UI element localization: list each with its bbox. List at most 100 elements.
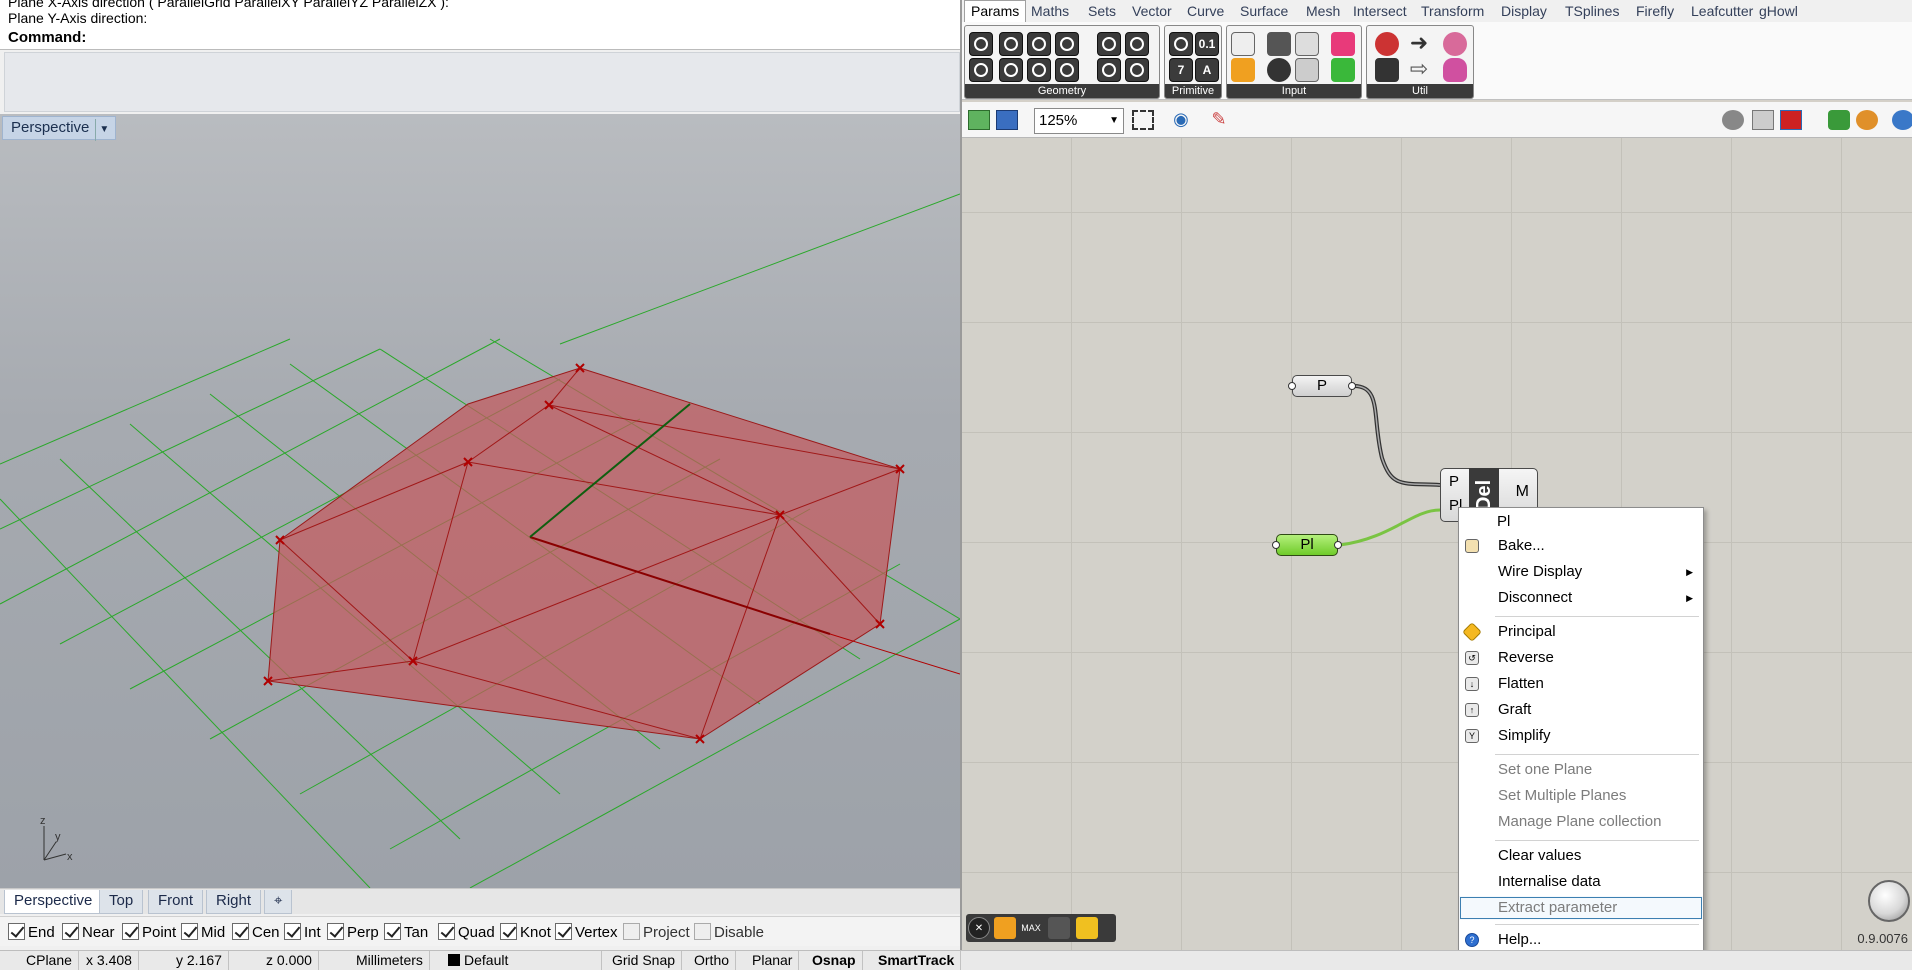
- tab-intersect[interactable]: Intersect: [1353, 2, 1407, 22]
- status-smarttrack[interactable]: SmartTrack: [872, 951, 962, 970]
- group-param-icon[interactable]: [1125, 58, 1149, 82]
- tab-maths[interactable]: Maths: [1031, 2, 1069, 22]
- osnap-near[interactable]: Near: [62, 923, 115, 943]
- zoom-extents-icon[interactable]: [1132, 110, 1154, 130]
- checkbox-icon[interactable]: [694, 923, 711, 940]
- tab-front[interactable]: Front: [148, 890, 204, 914]
- status-ortho[interactable]: Ortho: [688, 951, 737, 970]
- value-list-icon[interactable]: [1295, 58, 1319, 82]
- geometry-param-icon[interactable]: [1097, 58, 1121, 82]
- osnap-mid[interactable]: Mid: [181, 923, 225, 943]
- close-icon[interactable]: ✕: [968, 917, 990, 939]
- add-viewport-tab-icon[interactable]: ⌖: [264, 890, 293, 914]
- number-param-icon[interactable]: 0.1: [1195, 32, 1219, 56]
- max-icon[interactable]: MAX: [1020, 917, 1042, 939]
- tab-leafcutter[interactable]: Leafcutter: [1691, 2, 1753, 22]
- tab-sets[interactable]: Sets: [1088, 2, 1116, 22]
- status-planar[interactable]: Planar: [746, 951, 800, 970]
- integer-param-icon[interactable]: 7: [1169, 58, 1193, 82]
- brush-icon[interactable]: [1076, 917, 1098, 939]
- checkbox-icon[interactable]: [8, 923, 25, 940]
- cherry-icon[interactable]: [1375, 32, 1399, 56]
- link-icon[interactable]: [1048, 917, 1070, 939]
- line-param-icon[interactable]: [969, 58, 993, 82]
- sketch-icon[interactable]: ✎: [1208, 110, 1230, 130]
- tree-icon[interactable]: [1375, 58, 1399, 82]
- tab-transform[interactable]: Transform: [1421, 2, 1484, 22]
- tab-params[interactable]: Params: [964, 0, 1027, 22]
- curve-param-icon[interactable]: [1027, 32, 1051, 56]
- flask-icon[interactable]: [1443, 58, 1467, 82]
- osnap-point[interactable]: Point: [122, 923, 176, 943]
- checkbox-icon[interactable]: [232, 923, 249, 940]
- mesh-param-icon[interactable]: [1125, 32, 1149, 56]
- menu-item-extract-parameter[interactable]: Extract parameter: [1459, 896, 1703, 920]
- menu-title-field[interactable]: Pl: [1493, 512, 1593, 532]
- osnap-end[interactable]: End: [8, 923, 55, 943]
- input-grip[interactable]: [1288, 382, 1296, 390]
- tab-right[interactable]: Right: [206, 890, 262, 914]
- tab-mesh[interactable]: Mesh: [1306, 2, 1340, 22]
- wireframe-preview-icon[interactable]: [1752, 110, 1774, 130]
- tab-firefly[interactable]: Firefly: [1636, 2, 1674, 22]
- matrix-icon[interactable]: [1331, 58, 1355, 82]
- perspective-viewport[interactable]: z y x Perspective ▼: [0, 114, 960, 888]
- osnap-quad[interactable]: Quad: [438, 923, 495, 943]
- arrow-right-icon[interactable]: ➜: [1407, 32, 1431, 56]
- navigation-ball-icon[interactable]: [1868, 880, 1910, 922]
- galapagos-icon[interactable]: [1443, 32, 1467, 56]
- tab-top[interactable]: Top: [99, 890, 144, 914]
- tab-curve[interactable]: Curve: [1187, 2, 1224, 22]
- osnap-project[interactable]: Project: [623, 923, 690, 943]
- point-param-node[interactable]: P: [1288, 375, 1356, 397]
- solver-icon[interactable]: [1856, 110, 1878, 130]
- graph-mapper-icon[interactable]: [1231, 58, 1255, 82]
- menu-item-simplify[interactable]: Y Simplify: [1459, 724, 1703, 748]
- circle-param-icon[interactable]: [999, 32, 1023, 56]
- input-p[interactable]: P: [1449, 473, 1459, 490]
- tab-tsplines[interactable]: TSplines: [1565, 2, 1619, 22]
- status-osnap[interactable]: Osnap: [806, 951, 863, 970]
- menu-item-clear-values[interactable]: Clear values: [1459, 844, 1703, 868]
- checkbox-icon[interactable]: [438, 923, 455, 940]
- menu-item-wire-display[interactable]: Wire Display ▶: [1459, 560, 1703, 584]
- sphere-icon[interactable]: [1892, 110, 1912, 130]
- menu-item-help[interactable]: ? Help...: [1459, 928, 1703, 952]
- checkbox-icon[interactable]: [284, 923, 301, 940]
- output-grip[interactable]: [1348, 382, 1356, 390]
- button-icon[interactable]: [1267, 32, 1291, 56]
- save-icon[interactable]: [996, 110, 1018, 130]
- checkbox-icon[interactable]: [327, 923, 344, 940]
- menu-item-flatten[interactable]: ↓ Flatten: [1459, 672, 1703, 696]
- open-folder-icon[interactable]: [968, 110, 990, 130]
- text-param-icon[interactable]: A: [1195, 58, 1219, 82]
- point-param-icon[interactable]: [969, 32, 993, 56]
- chevron-down-icon[interactable]: ▼: [95, 119, 109, 141]
- osnap-tan[interactable]: Tan: [384, 923, 428, 943]
- status-grid-snap[interactable]: Grid Snap: [606, 951, 683, 970]
- tab-vector[interactable]: Vector: [1132, 2, 1172, 22]
- input-grip[interactable]: [1272, 541, 1280, 549]
- boolean-param-icon[interactable]: [1169, 32, 1193, 56]
- osnap-vertex[interactable]: Vertex: [555, 923, 618, 943]
- osnap-disable[interactable]: Disable: [694, 923, 764, 943]
- checkbox-icon[interactable]: [555, 923, 572, 940]
- bake-toolbar-icon[interactable]: [1828, 110, 1850, 130]
- checkbox-icon[interactable]: [122, 923, 139, 940]
- status-cplane[interactable]: CPlane: [20, 951, 79, 970]
- output-m[interactable]: M: [1516, 483, 1529, 501]
- menu-item-disconnect[interactable]: Disconnect ▶: [1459, 586, 1703, 610]
- checkbox-icon[interactable]: [623, 923, 640, 940]
- osnap-knot[interactable]: Knot: [500, 923, 551, 943]
- checkbox-icon[interactable]: [384, 923, 401, 940]
- viewport-title[interactable]: Perspective ▼: [2, 116, 117, 141]
- menu-item-bake[interactable]: Bake...: [1459, 534, 1703, 558]
- checkbox-icon[interactable]: [62, 923, 79, 940]
- menu-item-principal[interactable]: Principal: [1459, 620, 1703, 644]
- toggle-icon[interactable]: [1231, 32, 1255, 56]
- osnap-perp[interactable]: Perp: [327, 923, 379, 943]
- box-param-icon[interactable]: [1055, 58, 1079, 82]
- tab-perspective[interactable]: Perspective: [4, 890, 103, 914]
- menu-item-reverse[interactable]: ↺ Reverse: [1459, 646, 1703, 670]
- gradient-icon[interactable]: [1331, 32, 1355, 56]
